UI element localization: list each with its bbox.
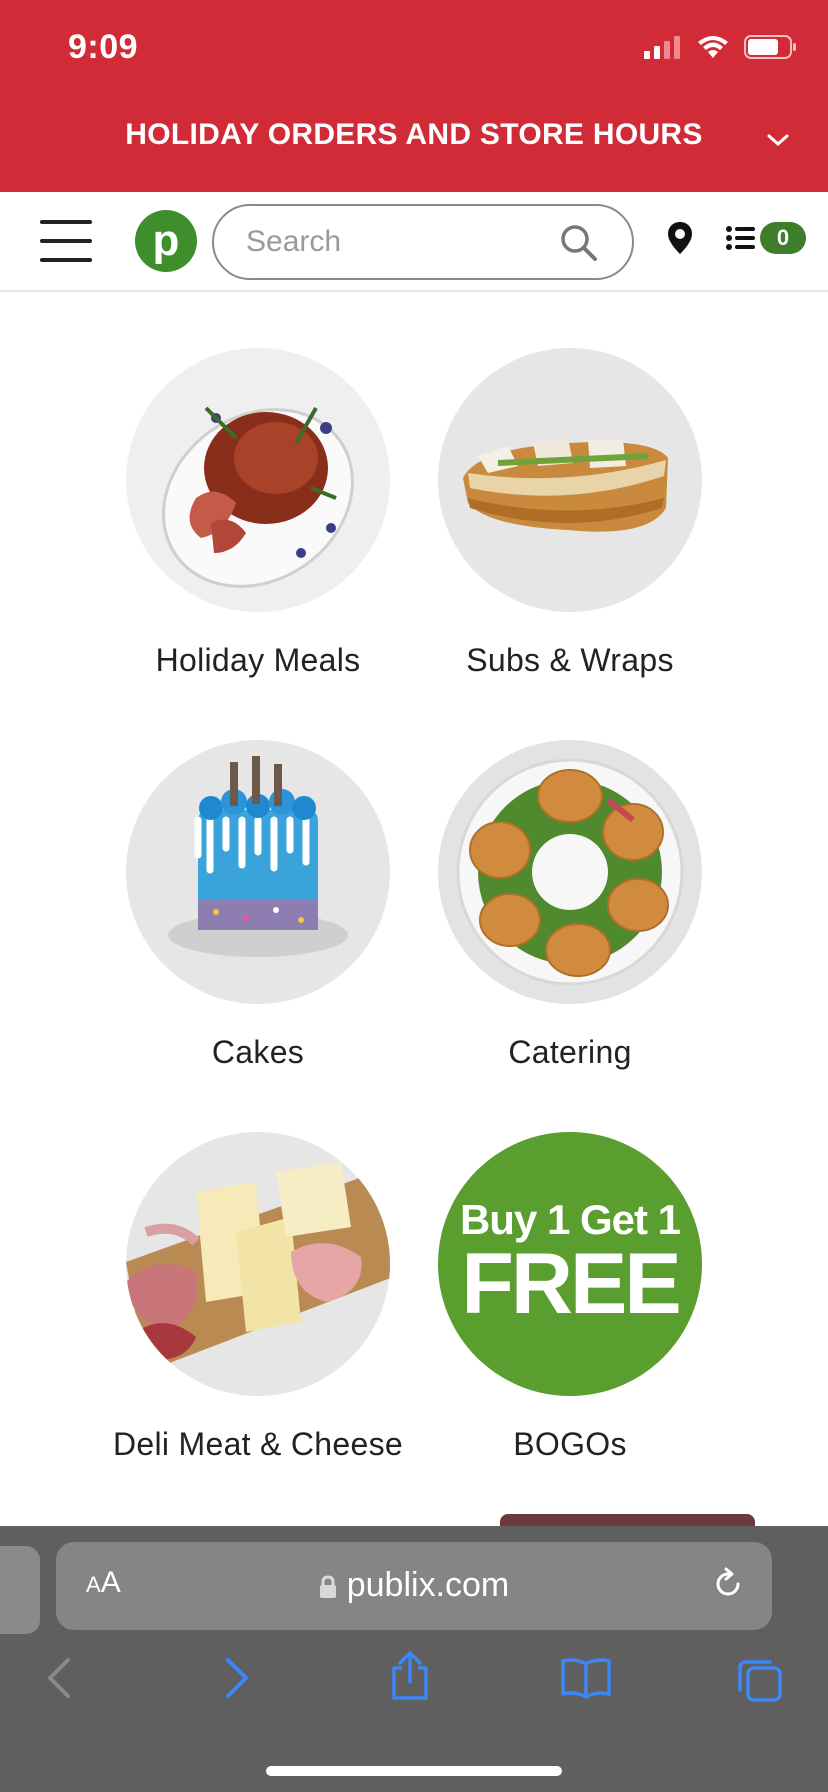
chevron-down-icon[interactable] [766,132,790,148]
browser-toolbar: AA publix.com [0,1526,828,1792]
shopping-list-button[interactable]: 0 [726,222,806,254]
category-bogos[interactable]: Buy 1 Get 1 FREE BOGOs [415,1132,725,1463]
battery-icon [744,35,796,59]
category-label: Deli Meat & Cheese [113,1426,403,1462]
url-display[interactable]: publix.com [56,1566,772,1605]
search-icon[interactable] [560,224,598,262]
cakes-image [126,740,390,1004]
signal-icon [644,36,680,59]
address-bar[interactable]: AA publix.com [56,1542,772,1630]
home-indicator[interactable] [266,1766,562,1776]
category-holiday-meals[interactable]: Holiday Meals [103,348,413,679]
bogo-badge-image: Buy 1 Get 1 FREE [438,1132,702,1396]
lock-icon [319,1575,336,1599]
share-icon[interactable] [388,1650,432,1702]
back-arrow-icon[interactable] [44,1656,74,1700]
tabs-icon[interactable] [736,1656,784,1704]
list-icon [726,226,755,250]
status-time: 9:09 [68,28,139,66]
holiday-banner-link[interactable]: HOLIDAY ORDERS AND STORE HOURS [0,118,828,152]
deli-meat-cheese-image [126,1132,390,1396]
category-deli-meat-cheese[interactable]: Deli Meat & Cheese [103,1132,413,1463]
location-pin-icon[interactable] [666,220,694,256]
category-label: Catering [508,1034,632,1070]
holiday-meals-image [126,348,390,612]
bookmarks-icon[interactable] [560,1656,612,1700]
list-count-badge: 0 [760,222,806,254]
category-cakes[interactable]: Cakes [103,740,413,1071]
forward-arrow-icon[interactable] [222,1656,252,1700]
browser-nav-buttons [0,1651,828,1736]
status-icons [642,34,798,60]
subs-wraps-image [438,348,702,612]
publix-logo[interactable]: p [135,210,197,272]
category-subs-wraps[interactable]: Subs & Wraps [415,348,725,679]
site-header: p 0 [0,192,828,292]
previous-tab-peek[interactable] [0,1546,40,1634]
search-input[interactable] [246,225,546,259]
category-catering[interactable]: Catering [415,740,725,1071]
category-label: Cakes [211,1034,305,1070]
search-field[interactable] [212,204,634,280]
catering-image [438,740,702,1004]
reload-icon[interactable] [710,1566,746,1602]
category-label: Holiday Meals [155,642,361,678]
hamburger-menu-button[interactable] [40,220,92,262]
category-label: BOGOs [513,1426,627,1462]
bogo-line-2: FREE [461,1236,681,1333]
url-text: publix.com [346,1566,510,1604]
category-label: Subs & Wraps [466,642,674,678]
wifi-icon [698,36,728,58]
